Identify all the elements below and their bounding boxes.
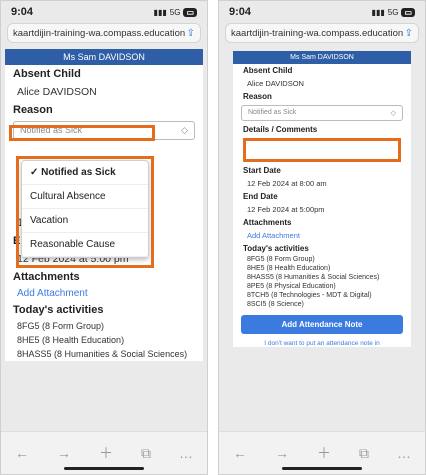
right-phone-screenshot: 9:04 ▮▮▮ 5G ▭ kaartdijin-training-wa.com… xyxy=(218,0,426,475)
activity-item: 8HASS5 (8 Humanities & Social Sciences) xyxy=(17,349,188,359)
activity-item: 8HE5 (8 Health Education) xyxy=(247,265,331,272)
absent-child-value: Alice DAVIDSON xyxy=(17,86,97,98)
start-date-label: Start Date xyxy=(243,166,281,175)
chevron-down-icon: ◇ xyxy=(390,110,396,117)
browser-toolbar: ← → ＋ ⧉ … xyxy=(1,431,207,474)
url-bar[interactable]: kaartdijin-training-wa.compass.education… xyxy=(7,23,201,43)
add-attendance-note-button[interactable]: Add Attendance Note xyxy=(241,315,403,334)
activities-label: Today's activities xyxy=(243,244,309,253)
activity-item: 8FG5 (8 Form Group) xyxy=(247,256,315,263)
battery-icon: ▭ xyxy=(183,7,197,17)
home-indicator xyxy=(64,467,144,470)
tabs-icon[interactable]: ⧉ xyxy=(359,445,369,462)
absent-child-label: Absent Child xyxy=(243,66,293,75)
signal-icon: ▮▮▮ xyxy=(153,7,167,17)
details-label: Details / Comments xyxy=(243,125,318,134)
reason-select[interactable]: Notified as Sick ◇ xyxy=(241,105,403,121)
url-text: kaartdijin-training-wa.compass.education xyxy=(231,27,404,39)
url-text: kaartdijin-training-wa.compass.education xyxy=(13,27,186,39)
plus-icon[interactable]: ＋ xyxy=(317,443,331,463)
activity-item: 8FG5 (8 Form Group) xyxy=(17,321,105,331)
more-icon[interactable]: … xyxy=(179,445,193,461)
staff-name-header: Ms Sam DAVIDSON xyxy=(5,49,203,65)
attachments-label: Attachments xyxy=(13,271,80,283)
share-icon[interactable]: ⇪ xyxy=(187,28,195,39)
activity-item: 8SCI5 (8 Science) xyxy=(247,301,304,308)
dropdown-highlight xyxy=(16,156,154,268)
reason-highlight xyxy=(9,125,155,141)
status-time: 9:04 xyxy=(11,6,34,18)
add-attachment-link[interactable]: Add Attachment xyxy=(233,229,411,242)
absent-child-label: Absent Child xyxy=(13,68,81,80)
network-label: 5G xyxy=(169,7,181,17)
status-bar: 9:04 ▮▮▮ 5G ▭ xyxy=(219,1,425,23)
battery-icon: ▭ xyxy=(401,7,415,17)
back-arrow-icon[interactable]: ← xyxy=(15,445,29,461)
left-phone-screenshot: 9:04 ▮▮▮ 5G ▭ kaartdijin-training-wa.com… xyxy=(0,0,208,475)
status-time: 9:04 xyxy=(229,6,252,18)
tabs-icon[interactable]: ⧉ xyxy=(141,445,151,462)
more-icon[interactable]: … xyxy=(397,445,411,461)
reason-label: Reason xyxy=(13,104,53,116)
browser-toolbar: ← → ＋ ⧉ … xyxy=(219,431,425,474)
form-content: Ms Sam DAVIDSON Absent Child Alice DAVID… xyxy=(233,51,411,347)
activity-item: 8HE5 (8 Health Education) xyxy=(17,335,125,345)
chevron-down-icon: ◇ xyxy=(181,125,188,135)
end-date-label: End Date xyxy=(243,192,278,201)
url-bar[interactable]: kaartdijin-training-wa.compass.education… xyxy=(225,23,419,43)
activity-item: 8TCH5 (8 Technologies - MDT & Digital) xyxy=(247,292,372,299)
skip-note-link[interactable]: I don't want to put an attendance note i… xyxy=(233,340,411,347)
status-icons: ▮▮▮ 5G ▭ xyxy=(153,7,197,17)
network-label: 5G xyxy=(387,7,399,17)
start-date-value[interactable]: 12 Feb 2024 at 8:00 am xyxy=(233,177,411,190)
activity-item: 8HASS5 (8 Humanities & Social Sciences) xyxy=(247,274,380,281)
add-attachment-link[interactable]: Add Attachment xyxy=(5,286,203,301)
end-date-value[interactable]: 12 Feb 2024 at 5:00pm xyxy=(233,203,411,216)
activity-item: 8PE5 (8 Physical Education) xyxy=(247,283,336,290)
share-icon[interactable]: ⇪ xyxy=(405,28,413,39)
home-indicator xyxy=(282,467,362,470)
back-arrow-icon[interactable]: ← xyxy=(233,445,247,461)
details-textarea[interactable] xyxy=(243,138,401,162)
absent-child-value: Alice DAVIDSON xyxy=(247,79,304,88)
attachments-label: Attachments xyxy=(243,218,292,227)
activities-label: Today's activities xyxy=(13,304,104,316)
staff-name-header: Ms Sam DAVIDSON xyxy=(233,51,411,64)
status-bar: 9:04 ▮▮▮ 5G ▭ xyxy=(1,1,207,23)
signal-icon: ▮▮▮ xyxy=(371,7,385,17)
forward-arrow-icon[interactable]: → xyxy=(275,445,289,461)
reason-select-value: Notified as Sick xyxy=(248,109,297,116)
status-icons: ▮▮▮ 5G ▭ xyxy=(371,7,415,17)
plus-icon[interactable]: ＋ xyxy=(99,443,113,463)
reason-label: Reason xyxy=(243,92,272,101)
forward-arrow-icon[interactable]: → xyxy=(57,445,71,461)
